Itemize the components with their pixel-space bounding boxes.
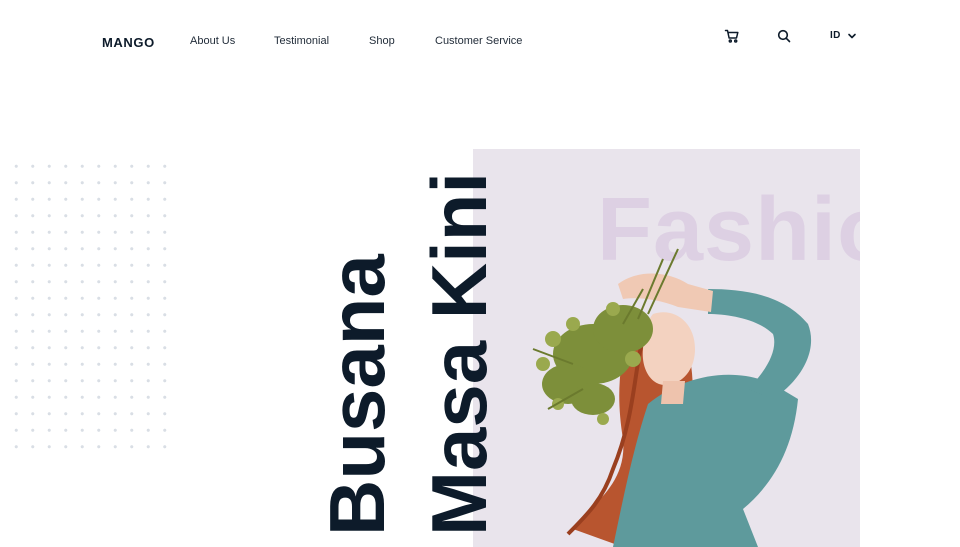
hero-headline-line-2: Masa Kini bbox=[415, 171, 503, 536]
language-label: ID bbox=[830, 30, 841, 41]
nav-customer-service[interactable]: Customer Service bbox=[435, 35, 522, 47]
nav-about-us[interactable]: About Us bbox=[190, 35, 235, 47]
dot-pattern bbox=[8, 158, 168, 450]
nav-testimonial[interactable]: Testimonial bbox=[274, 35, 329, 47]
cart-icon[interactable] bbox=[724, 28, 740, 44]
nav-shop[interactable]: Shop bbox=[369, 35, 395, 47]
brand-logo[interactable]: MANGO bbox=[102, 35, 155, 50]
chevron-down-icon bbox=[847, 33, 856, 38]
site-header: MANGO About Us Testimonial Shop Customer… bbox=[0, 0, 960, 80]
hero-model-image bbox=[532, 248, 812, 547]
search-icon[interactable] bbox=[776, 28, 792, 44]
language-selector[interactable]: ID bbox=[830, 30, 857, 41]
hero-headline-line-1: Busana bbox=[313, 254, 401, 536]
hero-image-panel: Fashio bbox=[473, 149, 860, 547]
